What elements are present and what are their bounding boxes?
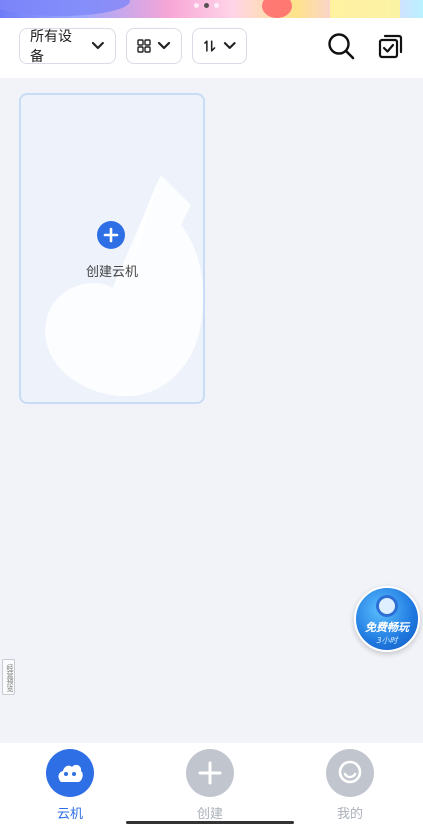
pager-dot (214, 3, 219, 8)
promo-subtitle: 3小时 (376, 635, 398, 645)
multi-select-icon (378, 34, 403, 59)
promo-disc-icon (376, 594, 398, 617)
banner-art (330, 0, 400, 18)
chevron-down-icon (157, 41, 171, 50)
bottom-nav: 云机 创建 我的 (0, 743, 423, 825)
promo-title: 免费畅玩 (365, 620, 409, 634)
profile-icon (326, 749, 374, 797)
search-icon (328, 33, 355, 60)
free-play-promo-button[interactable]: 免费畅玩 3小时 (354, 586, 420, 652)
top-banner[interactable] (0, 0, 423, 18)
device-filter-label: 所有设备 (30, 29, 72, 65)
pager-dot-active (204, 3, 209, 8)
sort-icon (204, 40, 216, 52)
banner-art (0, 0, 130, 16)
cloud-phone-icon (46, 749, 94, 797)
grid-icon (137, 39, 151, 53)
chevron-down-icon (92, 41, 105, 50)
nav-label-create: 创建 (196, 807, 223, 822)
multi-select-button[interactable] (376, 31, 406, 61)
view-mode-dropdown[interactable] (126, 28, 182, 64)
search-button[interactable] (326, 31, 356, 61)
nav-item-mine[interactable]: 我的 (320, 749, 380, 822)
banner-pager (194, 3, 219, 8)
squirrel-watermark-icon (45, 175, 203, 397)
home-indicator (126, 821, 294, 824)
plus-icon (186, 749, 234, 797)
nav-item-cloud-phone[interactable]: 云机 (40, 749, 100, 822)
plus-circle-icon (97, 221, 125, 249)
toolbar: 所有设备 (0, 18, 423, 78)
nav-label-mine: 我的 (336, 807, 363, 822)
chevron-down-icon (223, 42, 236, 49)
device-filter-dropdown[interactable]: 所有设备 (19, 28, 116, 65)
pager-dot (194, 3, 199, 8)
sort-dropdown[interactable] (192, 28, 247, 64)
side-tab[interactable]: 经营预览 (2, 659, 15, 695)
banner-art (262, 0, 292, 18)
create-cloud-phone-label: 创建云机 (85, 265, 138, 280)
nav-item-create[interactable]: 创建 (180, 749, 240, 822)
create-cloud-phone-card[interactable]: 创建云机 (19, 93, 205, 404)
nav-label-cloud-phone: 云机 (56, 807, 83, 822)
